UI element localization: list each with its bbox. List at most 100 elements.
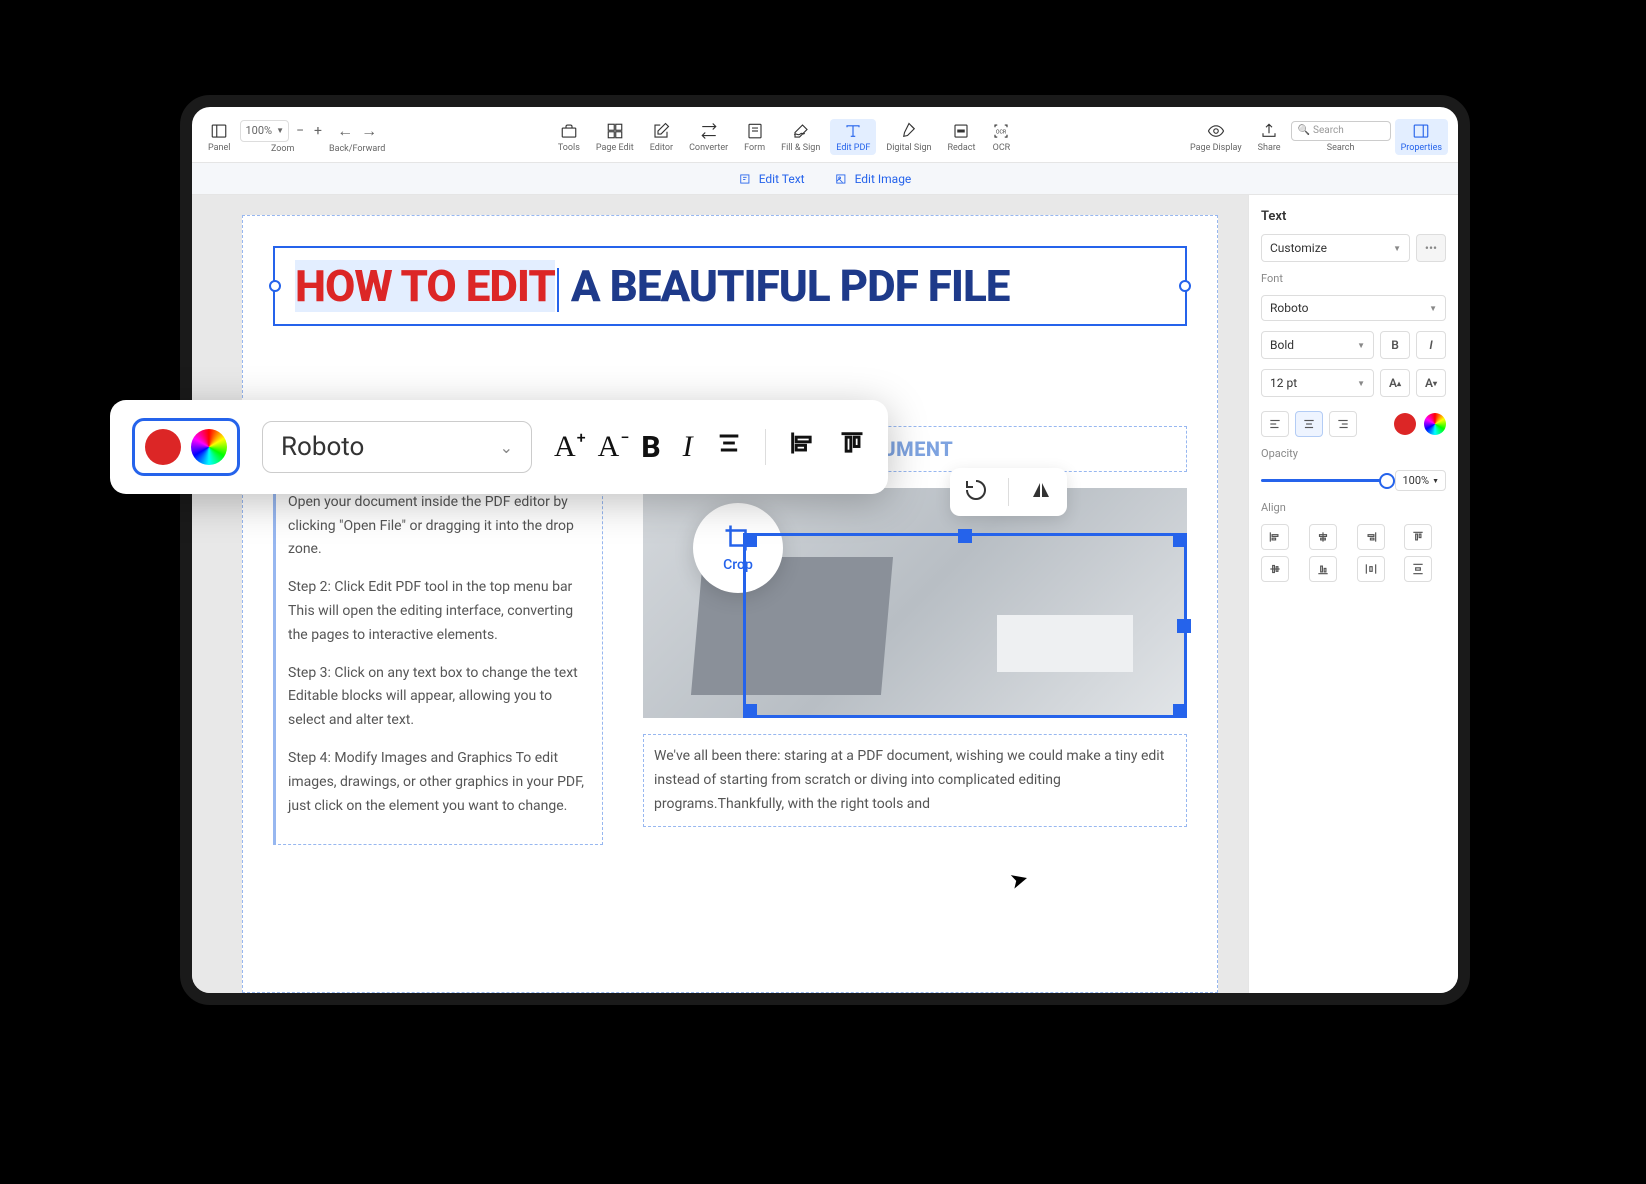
panel-button[interactable]: Panel — [202, 119, 236, 155]
image-edit-icon — [835, 172, 849, 186]
form-icon — [745, 121, 765, 141]
align-right-button[interactable] — [1329, 411, 1357, 437]
redact-icon — [951, 121, 971, 141]
style-more-button[interactable]: ••• — [1416, 234, 1446, 262]
bold-button[interactable]: B — [641, 430, 660, 465]
crop-handle-tl[interactable] — [743, 533, 757, 547]
align-obj-top[interactable] — [1404, 524, 1432, 550]
edit-text-button[interactable]: Edit Text — [739, 172, 805, 186]
zoom-out-button[interactable]: − — [293, 123, 307, 139]
color-red-swatch[interactable] — [1394, 413, 1416, 435]
text-edit-icon — [739, 172, 753, 186]
text-cursor-icon — [843, 121, 863, 141]
font-decrease-button[interactable]: A▾ — [1416, 369, 1446, 397]
chevron-down-icon: ▼ — [1429, 304, 1437, 313]
ocr-icon: OCR — [991, 121, 1011, 141]
tools-button[interactable]: Tools — [552, 119, 586, 155]
color-picker-group — [132, 418, 240, 476]
color-picker-button[interactable] — [1424, 413, 1446, 435]
crop-handle-br[interactable] — [1173, 704, 1187, 718]
title-text-box[interactable]: HOW TO EDIT A BEAUTIFUL PDF FILE — [273, 246, 1187, 326]
align-obj-bottom[interactable] — [1309, 556, 1337, 582]
form-button[interactable]: Form — [738, 119, 771, 155]
align-obj-right[interactable] — [1357, 524, 1385, 550]
props-title: Text — [1261, 209, 1446, 224]
editor-button[interactable]: Editor — [644, 119, 679, 155]
document-image[interactable]: Crop — [643, 488, 1187, 718]
crop-handle-bl[interactable] — [743, 704, 757, 718]
font-weight-dropdown[interactable]: Bold▼ — [1261, 331, 1374, 359]
opacity-slider[interactable] — [1261, 479, 1387, 482]
crop-handle-tr[interactable] — [1173, 533, 1187, 547]
panel-icon — [209, 121, 229, 141]
rotate-button[interactable] — [964, 478, 988, 506]
style-dropdown[interactable]: Customize▼ — [1261, 234, 1410, 262]
opacity-label: Opacity — [1261, 447, 1446, 460]
color-wheel-button[interactable] — [191, 429, 227, 465]
svg-text:OCR: OCR — [996, 129, 1007, 135]
redact-button[interactable]: Redact — [941, 119, 981, 155]
align-label: Align — [1261, 501, 1446, 514]
font-family-dropdown[interactable]: Roboto▼ — [1261, 295, 1446, 321]
font-decrease-button[interactable]: A− — [598, 430, 620, 464]
ocr-button[interactable]: OCR OCR — [985, 119, 1017, 155]
chevron-down-icon: ▼ — [1357, 379, 1365, 388]
font-size-dropdown[interactable]: 12 pt▼ — [1261, 369, 1374, 397]
toolbox-icon — [559, 121, 579, 141]
align-obj-vcenter[interactable] — [1261, 556, 1289, 582]
share-icon — [1259, 121, 1279, 141]
align-center-button[interactable] — [715, 429, 743, 465]
align-top-object-button[interactable] — [838, 429, 866, 465]
zoom-dropdown[interactable]: 100% ▼ — [240, 120, 289, 142]
sub-toolbar: Edit Text Edit Image — [192, 163, 1458, 195]
align-center-button[interactable] — [1295, 411, 1323, 437]
opacity-value-dropdown[interactable]: 100%▼ — [1395, 470, 1446, 491]
digital-sign-button[interactable]: Digital Sign — [880, 119, 937, 155]
crop-handle-tm[interactable] — [958, 529, 972, 543]
floating-text-toolbar: Roboto ⌄ A+ A− B I — [110, 400, 888, 494]
pen-icon — [899, 121, 919, 141]
properties-icon — [1411, 121, 1431, 141]
search-input[interactable]: Search — [1291, 121, 1391, 141]
align-left-button[interactable] — [1261, 411, 1289, 437]
chevron-down-icon: ▼ — [1357, 341, 1365, 350]
properties-button[interactable]: Properties — [1395, 119, 1448, 155]
crop-handle-rm[interactable] — [1177, 619, 1191, 633]
align-obj-hcenter[interactable] — [1309, 524, 1337, 550]
back-button[interactable]: ← — [337, 121, 353, 141]
font-increase-button[interactable]: A+ — [554, 430, 576, 464]
share-button[interactable]: Share — [1252, 119, 1287, 155]
color-red-button[interactable] — [145, 429, 181, 465]
flip-button[interactable] — [1029, 478, 1053, 506]
italic-button[interactable]: I — [683, 430, 693, 464]
align-left-object-button[interactable] — [788, 429, 816, 465]
edit-pdf-button[interactable]: Edit PDF — [830, 119, 876, 155]
page-edit-button[interactable]: Page Edit — [590, 119, 640, 155]
forward-button[interactable]: → — [361, 121, 377, 141]
nav-group: ← → Back/Forward — [329, 120, 385, 154]
edit-image-button[interactable]: Edit Image — [835, 172, 912, 186]
zoom-group: 100% ▼ − + Zoom — [240, 120, 325, 154]
separator — [765, 429, 766, 465]
crop-selection[interactable] — [743, 533, 1187, 718]
right-body-text-box[interactable]: We've all been there: staring at a PDF d… — [643, 734, 1187, 827]
grid-icon — [605, 121, 625, 141]
align-obj-left[interactable] — [1261, 524, 1289, 550]
font-increase-button[interactable]: A▴ — [1380, 369, 1410, 397]
chevron-down-icon: ▼ — [1393, 244, 1401, 253]
bold-button[interactable]: B — [1380, 331, 1410, 359]
distribute-horizontal[interactable] — [1357, 556, 1385, 582]
chevron-down-icon: ⌄ — [500, 438, 513, 457]
zoom-in-button[interactable]: + — [311, 123, 325, 139]
fill-sign-button[interactable]: Fill & Sign — [775, 119, 826, 155]
title-text[interactable]: HOW TO EDIT A BEAUTIFUL PDF FILE — [295, 260, 1009, 312]
document-page: HOW TO EDIT A BEAUTIFUL PDF FILE HOW TO … — [242, 215, 1218, 993]
font-family-select[interactable]: Roboto ⌄ — [262, 421, 532, 473]
italic-button[interactable]: I — [1416, 331, 1446, 359]
converter-button[interactable]: Converter — [683, 119, 734, 155]
edit-icon — [651, 121, 671, 141]
eye-icon — [1206, 121, 1226, 141]
distribute-vertical[interactable] — [1404, 556, 1432, 582]
canvas[interactable]: HOW TO EDIT A BEAUTIFUL PDF FILE HOW TO … — [192, 195, 1248, 993]
page-display-button[interactable]: Page Display — [1184, 119, 1248, 155]
